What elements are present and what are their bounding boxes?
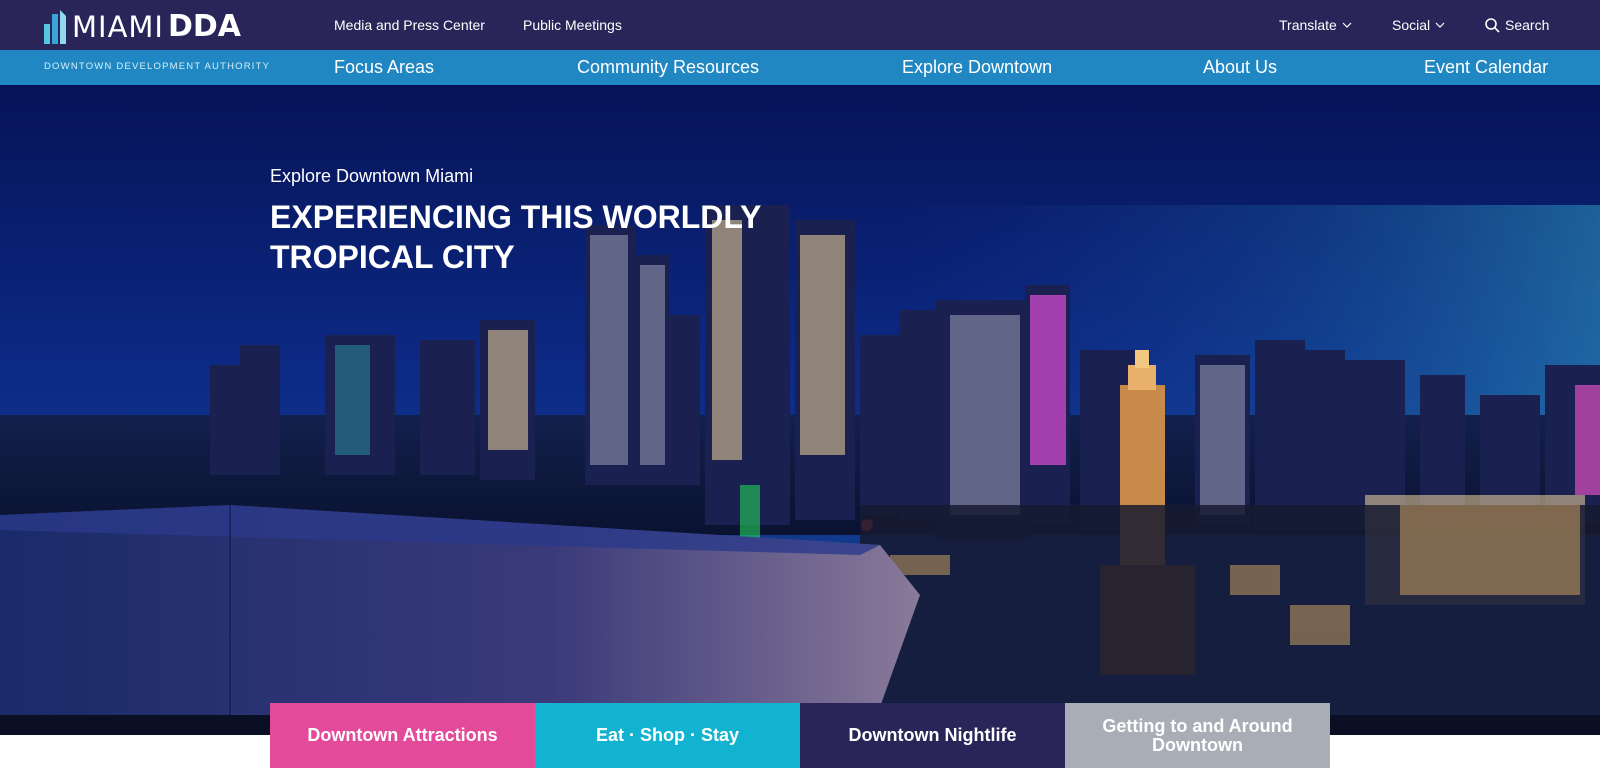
nav-explore-downtown[interactable]: Explore Downtown — [902, 56, 1052, 78]
category-tiles: Downtown Attractions Eat · Shop · Stay D… — [270, 703, 1330, 768]
public-meetings-link[interactable]: Public Meetings — [523, 16, 622, 34]
nav-event-calendar[interactable]: Event Calendar — [1424, 56, 1548, 78]
nav-about-us[interactable]: About Us — [1203, 56, 1277, 78]
logo-text-dda: DDA — [168, 9, 242, 44]
nav-community-resources[interactable]: Community Resources — [577, 56, 759, 78]
social-label: Social — [1392, 17, 1431, 33]
tile-downtown-nightlife[interactable]: Downtown Nightlife — [800, 703, 1065, 768]
search-button[interactable]: Search — [1485, 16, 1549, 34]
translate-dropdown[interactable]: Translate — [1279, 16, 1352, 34]
hero-title: EXPERIENCING THIS WORLDLY TROPICAL CITY — [270, 199, 761, 275]
tile-eat-shop-stay[interactable]: Eat · Shop · Stay — [535, 703, 800, 768]
chevron-down-icon — [1435, 22, 1445, 28]
main-nav: DOWNTOWN DEVELOPMENT AUTHORITY Focus Are… — [0, 50, 1600, 85]
tile-getting-around-downtown[interactable]: Getting to and Around Downtown — [1065, 703, 1330, 768]
site-logo[interactable]: MIAMI DDA — [44, 8, 241, 44]
magnifier-icon — [1485, 17, 1500, 33]
translate-label: Translate — [1279, 17, 1337, 33]
media-press-center-link[interactable]: Media and Press Center — [334, 16, 485, 34]
hero-kicker: Explore Downtown Miami — [270, 166, 474, 186]
social-dropdown[interactable]: Social — [1392, 16, 1445, 34]
top-header: MIAMI DDA Media and Press Center Public … — [0, 0, 1600, 50]
hero-banner: Explore Downtown Miami EXPERIENCING THIS… — [0, 85, 1600, 735]
city-skyline-night-image — [0, 85, 1600, 735]
logo-tagline: DOWNTOWN DEVELOPMENT AUTHORITY — [44, 61, 271, 72]
nav-focus-areas[interactable]: Focus Areas — [334, 56, 434, 78]
chevron-down-icon — [1342, 22, 1352, 28]
logo-text-miami: MIAMI — [72, 10, 164, 44]
tile-downtown-attractions[interactable]: Downtown Attractions — [270, 703, 535, 768]
skyline-bars-icon — [44, 10, 66, 44]
search-label: Search — [1505, 17, 1550, 33]
